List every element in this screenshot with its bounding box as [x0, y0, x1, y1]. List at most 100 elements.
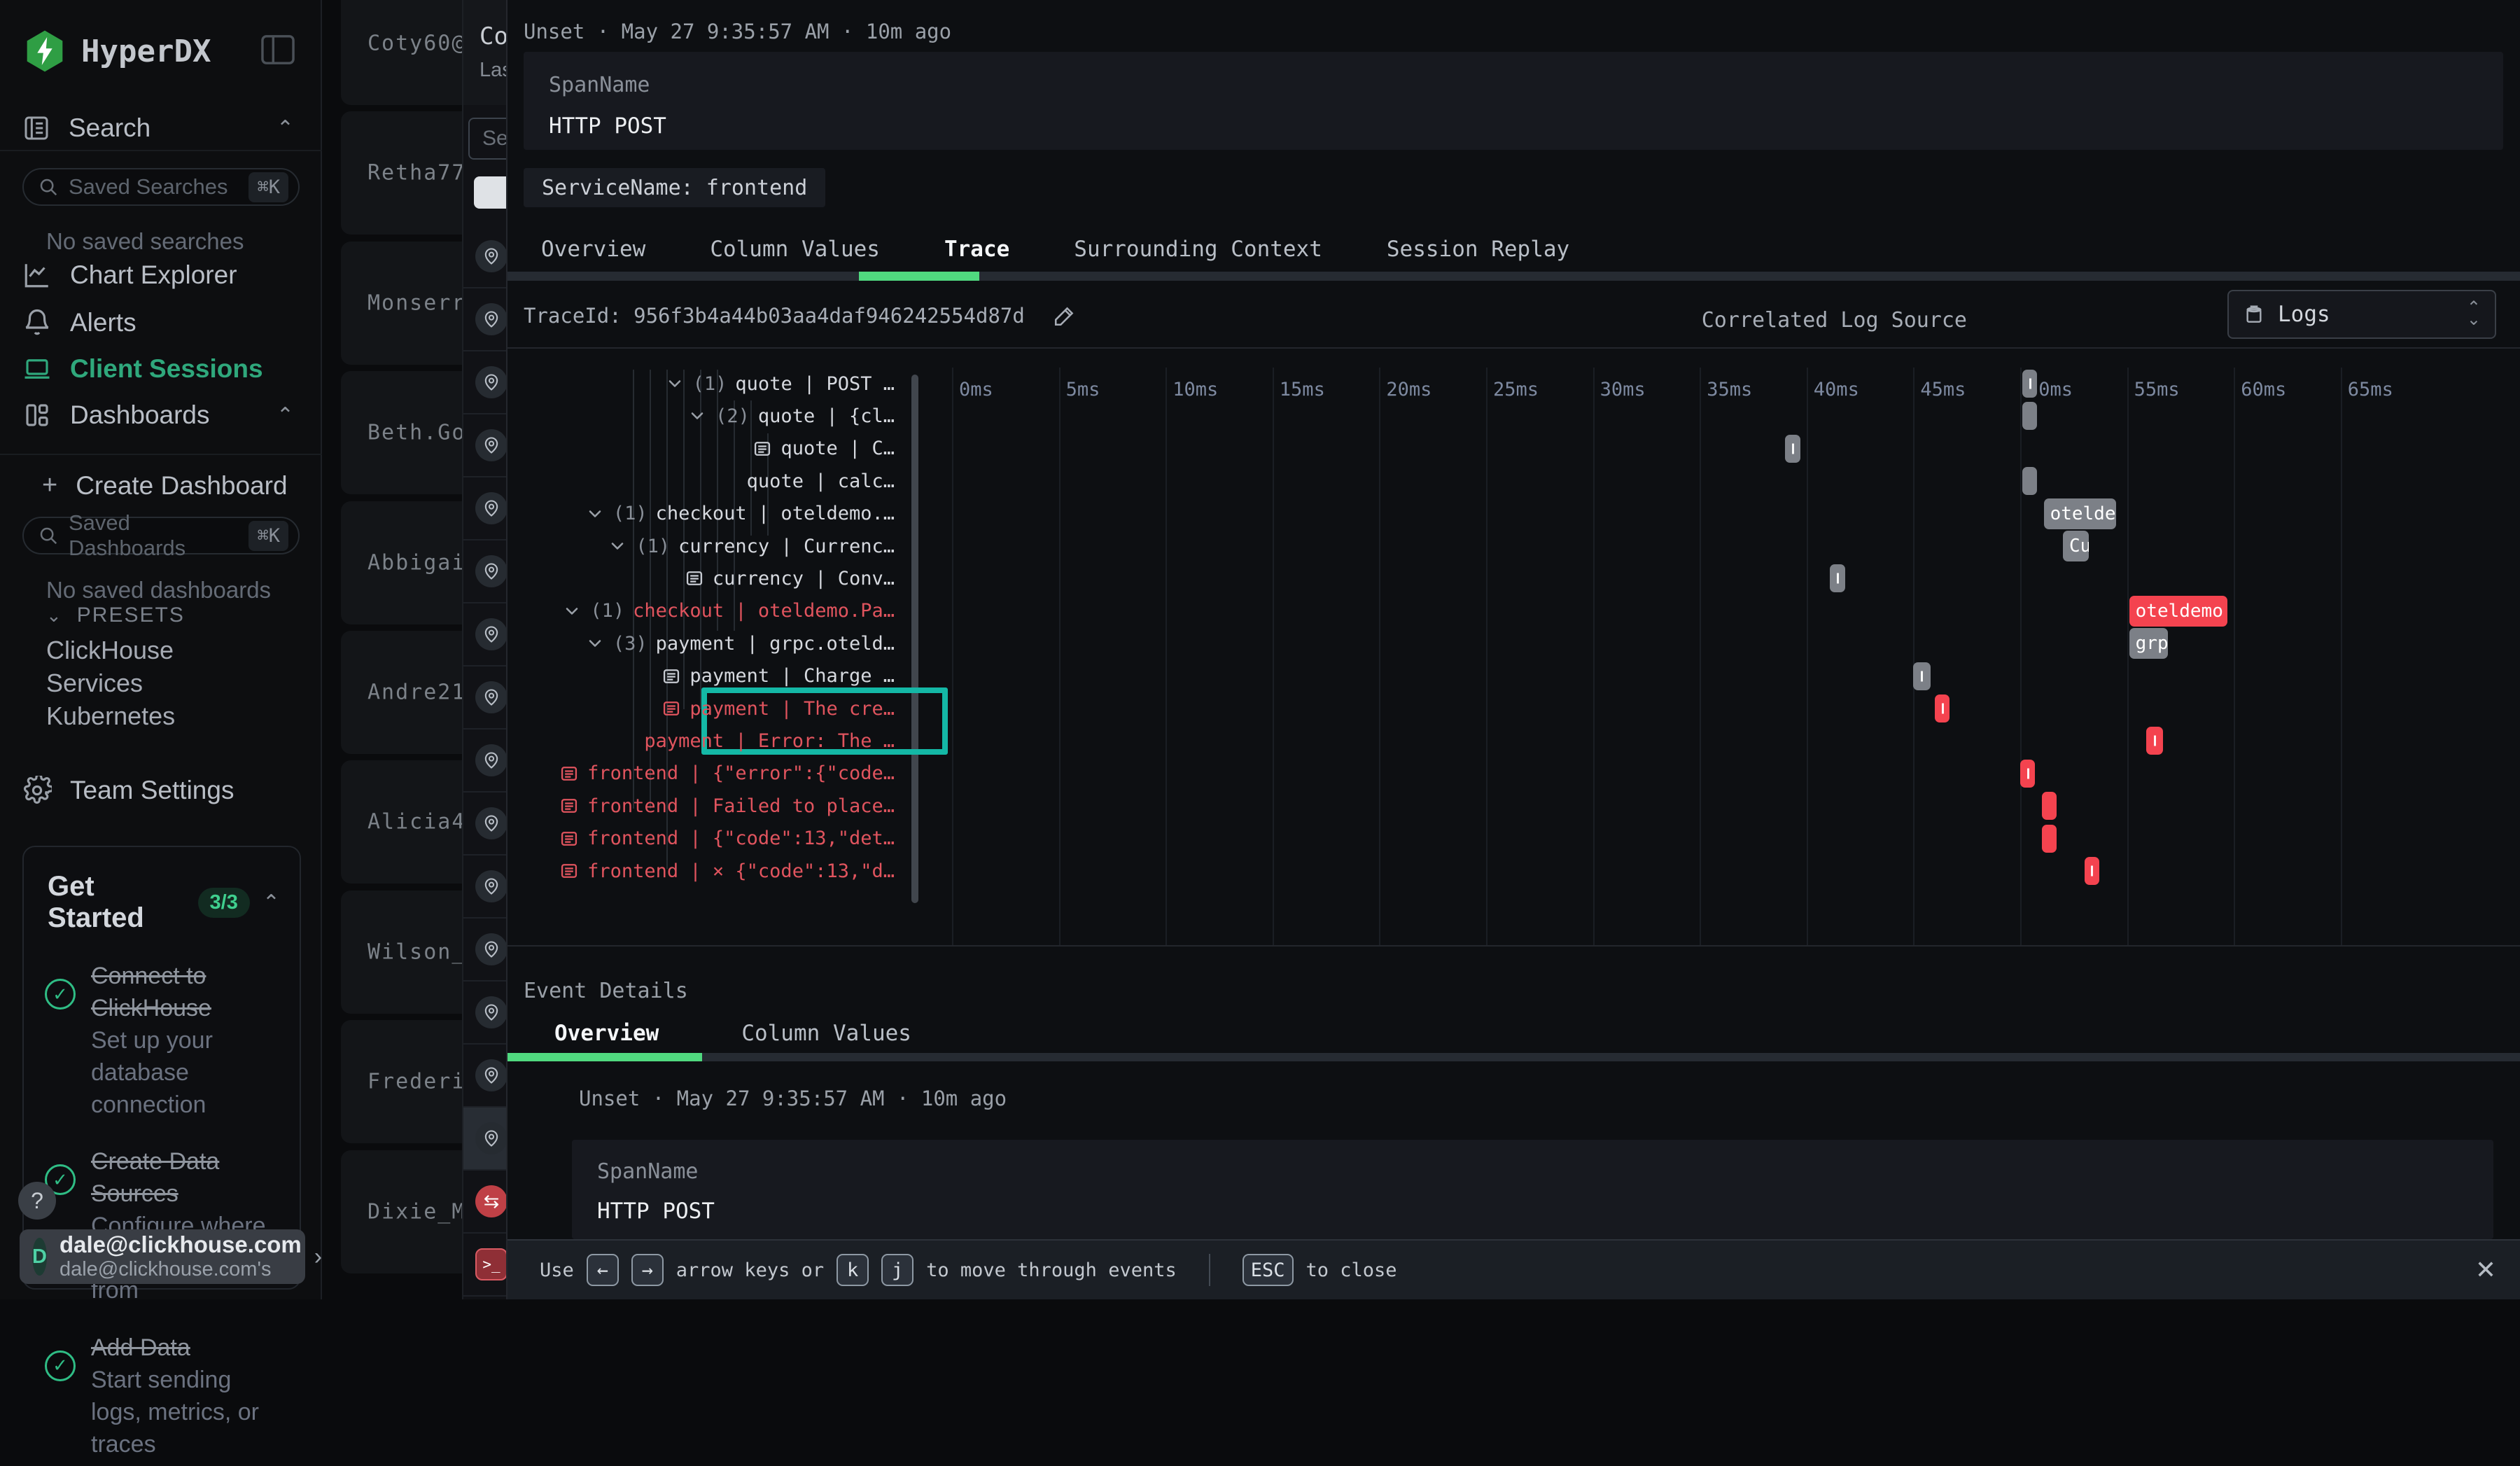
trace-tree-row[interactable]: (2)quote | {cl… [687, 400, 895, 432]
preset-services[interactable]: Services [46, 669, 143, 698]
event-details-tab-column-values[interactable]: Column Values [741, 1021, 911, 1046]
trace-tree-row[interactable]: currency | Conv… [685, 562, 895, 594]
session-card[interactable]: Dixie_Mc [341, 1150, 462, 1273]
trace-tree-row[interactable]: (3)payment | grpc.oteld… [585, 627, 895, 659]
trace-tree-row[interactable]: frontend | {"error":{"code… [559, 758, 895, 790]
span-duration-bar[interactable] [2042, 792, 2057, 820]
rail-event-row[interactable] [463, 477, 506, 540]
rail-event-row[interactable] [463, 603, 506, 666]
span-duration-bar[interactable] [1785, 435, 1800, 463]
span-duration-bar[interactable]: oteldem [2044, 498, 2117, 529]
trace-tree-row[interactable]: (1)checkout | oteldemo.Pa… [562, 595, 895, 627]
rail-event-row[interactable] [463, 1108, 506, 1171]
logo[interactable]: HyperDX [22, 28, 211, 74]
trace-tree-row[interactable]: quote | calc… [747, 465, 895, 497]
rail-button[interactable] [474, 176, 506, 209]
arrow-left-key[interactable]: ← [587, 1254, 619, 1286]
sidebar-item-client-sessions[interactable]: Client Sessions [22, 354, 300, 384]
span-duration-bar[interactable] [2085, 857, 2099, 885]
session-card[interactable]: Wilson_H [341, 891, 462, 1014]
arrow-right-key[interactable]: → [631, 1254, 664, 1286]
rail-event-row[interactable]: ⇆ [463, 1171, 506, 1234]
span-duration-bar[interactable] [2042, 825, 2057, 853]
rail-event-row[interactable] [463, 225, 506, 288]
span-duration-bar[interactable] [1830, 564, 1844, 592]
chevron-down-icon[interactable] [687, 406, 707, 426]
session-card[interactable]: Alicia42 [341, 760, 462, 884]
close-icon[interactable]: ✕ [2475, 1255, 2496, 1285]
trace-tree-row[interactable]: (1)checkout | oteldemo.… [585, 498, 895, 530]
span-duration-bar[interactable] [2022, 402, 2037, 430]
tree-scrollbar[interactable] [911, 375, 918, 903]
trace-tree-row[interactable]: frontend | Failed to place… [559, 790, 895, 822]
tab-trace[interactable]: Trace [944, 237, 1009, 262]
span-duration-bar[interactable] [2022, 467, 2037, 495]
get-started-item[interactable]: ✓Connect to ClickHouseSet up your databa… [24, 941, 300, 1126]
rail-event-row[interactable] [463, 919, 506, 982]
get-started-item[interactable]: ✓Add DataStart sending logs, metrics, or… [24, 1313, 300, 1466]
rail-event-row[interactable] [463, 729, 506, 793]
event-details-tab-overview[interactable]: Overview [554, 1021, 659, 1046]
tab-session-replay[interactable]: Session Replay [1387, 237, 1569, 262]
rail-event-row[interactable] [463, 540, 506, 603]
trace-tree-row[interactable]: payment | Charge … [662, 660, 895, 692]
sidebar-item-chart-explorer[interactable]: Chart Explorer [22, 260, 300, 290]
span-duration-bar[interactable]: oteldemo. [2129, 596, 2227, 627]
span-duration-bar[interactable]: Cu [2063, 531, 2089, 561]
rail-search-input[interactable]: Sea [468, 118, 506, 160]
sidebar-item-alerts[interactable]: Alerts [22, 308, 300, 337]
chevron-up-icon[interactable]: ⌃ [262, 891, 280, 915]
trace-tree-row[interactable]: quote | C… [752, 433, 895, 465]
help-button[interactable]: ? [18, 1182, 56, 1220]
span-duration-bar[interactable]: grp [2129, 628, 2168, 659]
session-card[interactable]: Abbigail [341, 501, 462, 624]
trace-tree-row[interactable]: (1)quote | POST … [665, 368, 895, 400]
preset-kubernetes[interactable]: Kubernetes [46, 701, 175, 731]
span-duration-bar[interactable] [2146, 727, 2163, 755]
collapse-sidebar-icon[interactable] [260, 34, 295, 66]
rail-event-row[interactable] [463, 793, 506, 856]
session-card[interactable]: Andre21@ [341, 631, 462, 754]
rail-event-row[interactable] [463, 1045, 506, 1108]
chevron-down-icon[interactable] [585, 504, 605, 524]
sidebar-item-team-settings[interactable]: Team Settings [22, 776, 234, 805]
sidebar-item-search[interactable]: Search ⌃ [22, 113, 300, 143]
chevron-down-icon[interactable] [665, 374, 685, 393]
span-duration-bar[interactable] [1935, 694, 1949, 722]
create-dashboard-button[interactable]: + Create Dashboard [42, 470, 288, 501]
service-name-chip[interactable]: ServiceName: frontend [524, 168, 825, 207]
rail-event-row[interactable] [463, 666, 506, 729]
rail-event-row[interactable] [463, 414, 506, 477]
get-started-item[interactable]: ✓Create Data SourcesConfigure where your… [24, 1126, 300, 1312]
span-duration-bar[interactable] [1913, 662, 1930, 690]
rail-event-row[interactable] [463, 982, 506, 1045]
session-card[interactable]: Beth.Gol [341, 371, 462, 494]
rail-event-row[interactable] [463, 351, 506, 414]
user-menu[interactable]: D dale@clickhouse.com dale@clickhouse.co… [20, 1229, 305, 1284]
preset-clickhouse[interactable]: ClickHouse [46, 636, 174, 665]
trace-tree-row[interactable]: payment | The cre… [662, 692, 895, 725]
saved-dashboards-input[interactable]: Saved Dashboards ⌘K [22, 517, 300, 554]
sidebar-item-dashboards[interactable]: Dashboards⌃ [22, 400, 300, 430]
span-duration-bar[interactable] [2022, 370, 2037, 398]
chevron-down-icon[interactable] [562, 601, 582, 621]
trace-tree-row[interactable]: payment | Error: The … [644, 725, 895, 757]
trace-tree-row[interactable]: frontend | {"code":13,"det… [559, 823, 895, 855]
rail-event-row[interactable] [463, 288, 506, 351]
chevron-down-icon[interactable] [608, 536, 627, 556]
chevron-up-icon[interactable]: ⌃ [276, 116, 294, 141]
tab-overview[interactable]: Overview [541, 237, 645, 262]
chevron-down-icon[interactable] [585, 634, 605, 653]
session-card[interactable]: Retha77@ [341, 111, 462, 235]
presets-toggle[interactable]: ⌄ PRESETS [46, 603, 185, 627]
span-duration-bar[interactable] [2020, 760, 2035, 788]
chevron-up-icon[interactable]: ⌃ [276, 403, 294, 428]
tab-surrounding-context[interactable]: Surrounding Context [1074, 237, 1322, 262]
edit-icon[interactable] [1053, 304, 1077, 328]
rail-event-row[interactable] [463, 856, 506, 919]
tab-column-values[interactable]: Column Values [710, 237, 880, 262]
log-source-select[interactable]: Logs ⌃⌄ [2227, 290, 2496, 339]
trace-tree-row[interactable]: (1)currency | Currenc… [608, 530, 895, 562]
session-card[interactable]: Coty60@g [341, 0, 462, 105]
trace-tree-row[interactable]: frontend | × {"code":13,"d… [559, 855, 895, 887]
